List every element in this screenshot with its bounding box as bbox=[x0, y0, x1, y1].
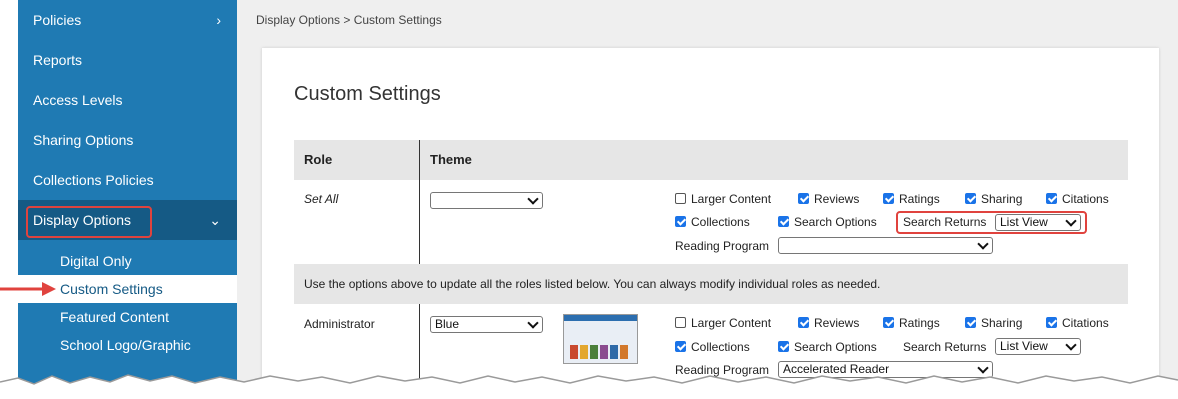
checkbox-icon[interactable] bbox=[675, 216, 686, 227]
checkbox-label: Collections bbox=[691, 340, 750, 354]
sidebar-subitem-school-logo[interactable]: School Logo/Graphic bbox=[18, 331, 237, 359]
checkbox-search-options[interactable]: Search Options bbox=[778, 340, 877, 354]
select-value: Blue bbox=[435, 317, 460, 331]
select-value: List View bbox=[1000, 339, 1048, 353]
checkbox-icon[interactable] bbox=[965, 317, 976, 328]
sidebar-subitem-featured-content[interactable]: Featured Content bbox=[18, 303, 237, 331]
breadcrumb[interactable]: Display Options > Custom Settings bbox=[256, 13, 442, 27]
theme-preview-thumbnail bbox=[563, 314, 638, 364]
select-value: List View bbox=[1000, 215, 1048, 229]
checkbox-citations[interactable]: Citations bbox=[1046, 192, 1109, 206]
sidebar-subitem-digital-only[interactable]: Digital Only bbox=[18, 247, 237, 275]
checkbox-search-options[interactable]: Search Options bbox=[778, 215, 877, 229]
pointer-arrow-icon bbox=[0, 282, 56, 296]
role-administrator: Administrator bbox=[304, 317, 375, 331]
book-cover bbox=[600, 345, 608, 359]
theme-select-administrator[interactable]: Blue bbox=[430, 316, 543, 333]
checkbox-icon[interactable] bbox=[675, 193, 686, 204]
sidebar-subitem-label: Custom Settings bbox=[60, 281, 163, 297]
sidebar-item-sharing-options[interactable]: Sharing Options bbox=[18, 120, 237, 160]
checkbox-label: Citations bbox=[1062, 316, 1109, 330]
thumbnail-header-bar bbox=[564, 315, 637, 321]
reading-program-label: Reading Program bbox=[675, 239, 770, 253]
checkbox-label: Sharing bbox=[981, 192, 1023, 206]
checkbox-reviews[interactable]: Reviews bbox=[798, 192, 859, 206]
column-divider bbox=[419, 140, 420, 264]
sidebar-item-label: Access Levels bbox=[33, 92, 123, 108]
chevron-down-icon bbox=[527, 193, 539, 205]
sidebar-item-label: Sharing Options bbox=[33, 132, 134, 148]
sidebar-subitem-label: Featured Content bbox=[60, 309, 169, 325]
checkbox-ratings[interactable]: Ratings bbox=[883, 192, 940, 206]
checkbox-icon[interactable] bbox=[883, 193, 894, 204]
sidebar-item-reports[interactable]: Reports bbox=[18, 40, 237, 80]
sidebar-item-label: Collections Policies bbox=[33, 172, 154, 188]
checkbox-icon[interactable] bbox=[798, 317, 809, 328]
checkbox-larger-content[interactable]: Larger Content bbox=[675, 316, 771, 330]
checkbox-icon[interactable] bbox=[675, 317, 686, 328]
checkbox-icon[interactable] bbox=[778, 341, 789, 352]
book-cover bbox=[570, 345, 578, 359]
role-set-all: Set All bbox=[304, 192, 339, 206]
chevron-down-icon bbox=[977, 238, 989, 250]
book-cover bbox=[610, 345, 618, 359]
info-note-row: Use the options above to update all the … bbox=[294, 264, 1128, 304]
sidebar-item-access-levels[interactable]: Access Levels bbox=[18, 80, 237, 120]
checkbox-sharing[interactable]: Sharing bbox=[965, 192, 1022, 206]
checkbox-label: Larger Content bbox=[691, 192, 772, 206]
torn-edge-decoration bbox=[0, 374, 1178, 399]
info-note-text: Use the options above to update all the … bbox=[304, 277, 881, 291]
checkbox-citations[interactable]: Citations bbox=[1046, 316, 1109, 330]
search-returns-select-set-all[interactable]: List View bbox=[995, 214, 1081, 231]
checkbox-collections[interactable]: Collections bbox=[675, 340, 750, 354]
checkbox-label: Collections bbox=[691, 215, 750, 229]
book-cover bbox=[620, 345, 628, 359]
sidebar-item-label: Policies bbox=[33, 12, 82, 28]
checkbox-label: Search Options bbox=[794, 215, 877, 229]
checkbox-reviews[interactable]: Reviews bbox=[798, 316, 859, 330]
highlight-box bbox=[26, 206, 152, 238]
checkbox-label: Sharing bbox=[981, 316, 1023, 330]
sidebar: Policies › Reports Access Levels Sharing… bbox=[18, 0, 237, 399]
checkbox-larger-content[interactable]: Larger Content bbox=[675, 192, 771, 206]
checkbox-sharing[interactable]: Sharing bbox=[965, 316, 1022, 330]
sidebar-item-display-options[interactable]: Display Options ⌄ bbox=[18, 200, 237, 240]
sidebar-item-label: Reports bbox=[33, 52, 83, 68]
sidebar-item-collections-policies[interactable]: Collections Policies bbox=[18, 160, 237, 200]
chevron-down-icon bbox=[1065, 339, 1077, 351]
chevron-right-icon: › bbox=[216, 12, 221, 28]
checkbox-label: Ratings bbox=[899, 316, 940, 330]
search-returns-select-administrator[interactable]: List View bbox=[995, 338, 1081, 355]
theme-select-set-all[interactable] bbox=[430, 192, 543, 209]
chevron-down-icon bbox=[527, 317, 539, 329]
column-header-role: Role bbox=[304, 152, 333, 167]
checkbox-label: Citations bbox=[1062, 192, 1109, 206]
checkbox-icon[interactable] bbox=[1046, 317, 1057, 328]
book-cover bbox=[580, 345, 588, 359]
book-cover bbox=[590, 345, 598, 359]
search-returns-label: Search Returns bbox=[903, 340, 987, 354]
checkbox-icon[interactable] bbox=[798, 193, 809, 204]
checkbox-icon[interactable] bbox=[1046, 193, 1057, 204]
sidebar-subitem-label: Digital Only bbox=[60, 253, 132, 269]
sidebar-subitem-label: School Logo/Graphic bbox=[60, 337, 191, 353]
checkbox-label: Reviews bbox=[814, 192, 860, 206]
checkbox-label: Larger Content bbox=[691, 316, 772, 330]
chevron-down-icon bbox=[1065, 215, 1077, 227]
checkbox-icon[interactable] bbox=[675, 341, 686, 352]
checkbox-icon[interactable] bbox=[965, 193, 976, 204]
chevron-down-icon: ⌄ bbox=[209, 212, 221, 228]
search-returns-label: Search Returns bbox=[903, 215, 987, 229]
checkbox-collections[interactable]: Collections bbox=[675, 215, 750, 229]
checkbox-label: Reviews bbox=[814, 316, 860, 330]
checkbox-icon[interactable] bbox=[883, 317, 894, 328]
checkbox-ratings[interactable]: Ratings bbox=[883, 316, 940, 330]
checkbox-label: Search Options bbox=[794, 340, 877, 354]
sidebar-item-policies[interactable]: Policies › bbox=[18, 0, 237, 40]
reading-program-select-set-all[interactable] bbox=[778, 237, 993, 254]
column-header-theme: Theme bbox=[430, 152, 472, 167]
checkbox-label: Ratings bbox=[899, 192, 940, 206]
page-title: Custom Settings bbox=[294, 83, 441, 105]
checkbox-icon[interactable] bbox=[778, 216, 789, 227]
